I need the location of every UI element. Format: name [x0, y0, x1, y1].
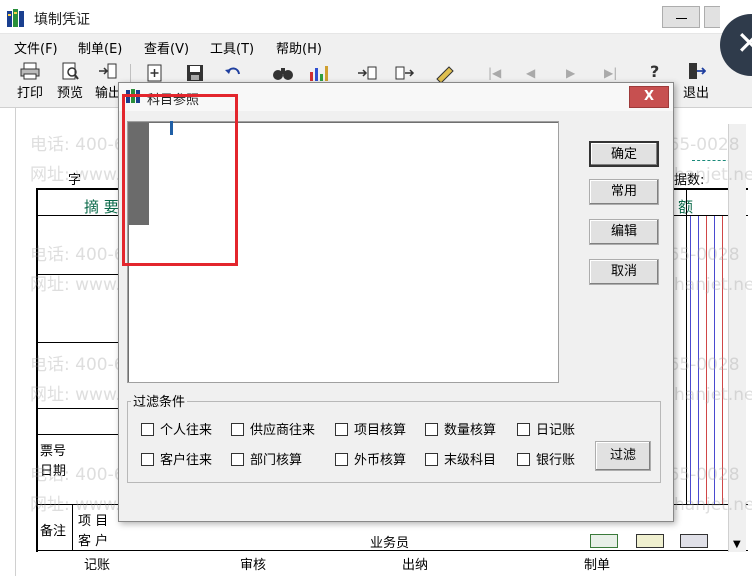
date-label: 日期: [40, 464, 67, 479]
filter-group: [127, 401, 661, 483]
money-status-icon[interactable]: [636, 534, 664, 548]
checkbox-box[interactable]: [231, 453, 244, 466]
bookkeeper-label: 记账: [84, 558, 111, 573]
salesman-label: 业务员: [370, 536, 410, 551]
app-books-icon: [7, 9, 24, 27]
left-border: [0, 108, 16, 576]
main-titlebar: 填制凭证: [0, 0, 752, 34]
summary-header: 摘 要: [84, 198, 119, 216]
checkbox-box[interactable]: [141, 453, 154, 466]
checkbox-project-accounting[interactable]: 项目核算: [335, 419, 406, 438]
row-line: [36, 342, 126, 343]
checkbox-box[interactable]: [517, 453, 530, 466]
scroll-down-arrow-icon[interactable]: ▼: [733, 539, 741, 550]
review-label: 审核: [240, 558, 267, 573]
filter-legend: 过滤条件: [131, 391, 188, 410]
preview-icon: [62, 62, 79, 80]
close-icon: X: [643, 89, 655, 104]
checkbox-journal[interactable]: 日记账: [517, 419, 575, 438]
menu-view[interactable]: 查看(V): [144, 38, 189, 57]
red-highlight-box: [122, 94, 238, 266]
menu-voucher[interactable]: 制单(E): [78, 38, 122, 57]
common-button[interactable]: 常用: [589, 179, 659, 205]
checkbox-box[interactable]: [231, 423, 244, 436]
previous-record-icon: ◀: [526, 66, 536, 80]
card-status-icon[interactable]: [590, 534, 618, 548]
first-record-icon: |◀: [488, 66, 502, 80]
checkbox-supplier-contacts[interactable]: 供应商往来: [231, 419, 315, 438]
binoculars-icon: [273, 68, 293, 80]
help-icon[interactable]: ?: [650, 62, 659, 81]
checkbox-box[interactable]: [425, 453, 438, 466]
delete-row-icon: [395, 66, 415, 80]
checkbox-leaf-subjects[interactable]: 末级科目: [425, 449, 496, 468]
exit-door-icon: [689, 63, 706, 79]
print-button[interactable]: 打印: [14, 62, 46, 106]
insert-row-icon: [358, 66, 377, 80]
filter-button[interactable]: 过滤: [595, 441, 651, 471]
checkbox-bank-account[interactable]: 银行账: [517, 449, 575, 468]
next-record-icon: ▶: [566, 66, 576, 80]
customer-label: 客 户: [78, 534, 109, 549]
attachment-count-label: 据数:: [674, 173, 705, 188]
minimize-button[interactable]: [662, 6, 700, 28]
checkbox-customer-contacts[interactable]: 客户往来: [141, 449, 212, 468]
checkbox-department-accounting[interactable]: 部门核算: [231, 449, 302, 468]
exit-button[interactable]: 退出: [680, 62, 712, 106]
amount-column-border: [686, 188, 687, 504]
table-left-border: [36, 188, 38, 552]
cashier-label: 出纳: [402, 558, 429, 573]
amount-grid-line: [714, 216, 715, 504]
output-icon: [99, 63, 117, 79]
ticket-no-label: 票号: [40, 444, 67, 459]
add-icon: [147, 64, 162, 82]
checkbox-box[interactable]: [335, 423, 348, 436]
save-icon: [187, 65, 203, 81]
edit-button[interactable]: 编辑: [589, 219, 659, 245]
row-line: [36, 274, 126, 275]
remark-label: 备注: [40, 524, 67, 539]
menu-help[interactable]: 帮助(H): [276, 38, 322, 57]
project-label: 项 目: [78, 514, 109, 529]
maximize-button[interactable]: [704, 6, 720, 28]
row-line: [36, 408, 126, 409]
checkbox-box[interactable]: [425, 423, 438, 436]
flow-status-icon[interactable]: [680, 534, 708, 548]
amount-grid-line: [698, 216, 699, 504]
voucher-type-label: 字: [68, 173, 82, 188]
vertical-scrollbar[interactable]: ▼: [728, 124, 746, 552]
row-line: [36, 434, 126, 435]
amount-grid-line: [722, 216, 723, 504]
undo-icon: [225, 67, 240, 75]
dialog-close-button[interactable]: X: [629, 86, 669, 108]
last-record-icon: ▶|: [604, 66, 618, 80]
maker-label: 制单: [584, 558, 611, 573]
ok-button[interactable]: 确定: [589, 141, 659, 167]
checkbox-personal-contacts[interactable]: 个人往来: [141, 419, 212, 438]
preview-button[interactable]: 预览: [54, 62, 86, 106]
window-title: 填制凭证: [34, 12, 90, 28]
checkbox-box[interactable]: [335, 453, 348, 466]
chart-icon: [310, 66, 328, 81]
checkbox-quantity-accounting[interactable]: 数量核算: [425, 419, 496, 438]
checkbox-box[interactable]: [517, 423, 530, 436]
checkbox-box[interactable]: [141, 423, 154, 436]
amount-grid-line: [690, 216, 691, 504]
menubar: 文件(F) 制单(E) 查看(V) 工具(T) 帮助(H): [0, 34, 752, 58]
amount-grid-line: [706, 216, 707, 504]
checkbox-foreign-currency[interactable]: 外币核算: [335, 449, 406, 468]
menu-file[interactable]: 文件(F): [14, 38, 58, 57]
printer-icon: [20, 62, 40, 80]
edit-icon: [436, 66, 454, 82]
menu-tools[interactable]: 工具(T): [210, 38, 254, 57]
cancel-button[interactable]: 取消: [589, 259, 659, 285]
remark-divider: [72, 504, 73, 550]
